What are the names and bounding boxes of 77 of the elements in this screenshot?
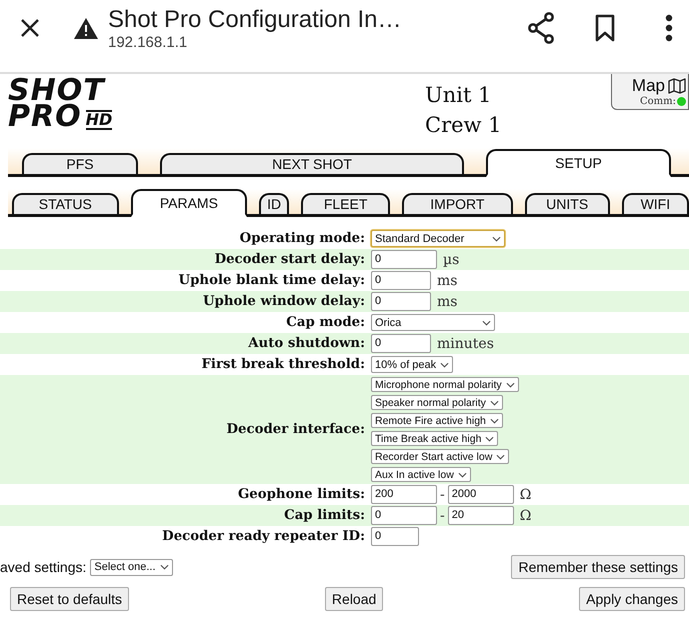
- sub-tab[interactable]: PARAMS: [130, 189, 248, 217]
- action-button[interactable]: Apply changes: [579, 587, 685, 611]
- unit-label: Ω: [520, 486, 532, 502]
- sub-tab[interactable]: UNITS: [524, 193, 610, 214]
- dropdown[interactable]: Time Break active high: [371, 431, 498, 446]
- input-field[interactable]: 0: [371, 292, 431, 311]
- caret-icon: [160, 564, 169, 570]
- unit-label: Ω: [520, 508, 532, 524]
- sub-tab[interactable]: WIFI: [622, 193, 689, 214]
- dropdown[interactable]: Aux In active low: [371, 467, 471, 482]
- field-label: aved settings:: [0, 559, 86, 575]
- input-field[interactable]: 0: [371, 250, 437, 269]
- field-label: Uphole blank time delay:: [178, 273, 365, 288]
- caret-icon: [482, 320, 491, 326]
- caret-icon: [458, 472, 467, 478]
- dropdown[interactable]: Orica: [371, 314, 495, 331]
- field-label: First break threshold:: [200, 357, 365, 372]
- range-separator: -: [440, 508, 445, 524]
- dropdown[interactable]: Speaker normal polarity: [371, 395, 503, 410]
- dropdown[interactable]: 10% of peak: [371, 356, 454, 373]
- dropdown[interactable]: Microphone normal polarity: [371, 377, 519, 392]
- dropdown[interactable]: Standard Decoder: [371, 230, 505, 247]
- field-label: Decoder interface:: [226, 422, 365, 437]
- map-icon: [668, 78, 686, 94]
- min-input-field[interactable]: 0: [371, 506, 437, 525]
- action-button[interactable]: Reset to defaults: [10, 587, 130, 611]
- logo-text: SHOT: [8, 78, 107, 104]
- dropdown[interactable]: Recorder Start active low: [371, 449, 510, 464]
- min-input-field[interactable]: 200: [371, 485, 437, 504]
- main-tab[interactable]: PFS: [22, 153, 138, 174]
- close-icon[interactable]: [20, 18, 40, 38]
- action-button[interactable]: Reload: [324, 587, 384, 611]
- range-separator: -: [440, 486, 445, 502]
- caret-icon: [492, 236, 501, 242]
- field-label: Auto shutdown:: [247, 336, 365, 351]
- caret-icon: [485, 436, 494, 442]
- main-tab[interactable]: NEXT SHOT: [160, 153, 464, 174]
- sub-tab[interactable]: STATUS: [12, 193, 119, 214]
- page-url: 192.168.1.1: [108, 34, 188, 50]
- max-input-field[interactable]: 2000: [448, 485, 514, 504]
- caret-icon: [506, 382, 515, 388]
- caret-icon: [490, 418, 499, 424]
- logo-badge: HD: [86, 110, 112, 130]
- page-title: Shot Pro Configuration In…: [108, 6, 402, 34]
- unit-label: Unit 1: [425, 82, 492, 109]
- caret-icon: [490, 400, 499, 406]
- field-label: Cap limits:: [283, 508, 365, 523]
- dropdown[interactable]: Remote Fire active high: [371, 413, 503, 428]
- map-button[interactable]: Map Comm:: [611, 74, 689, 110]
- max-input-field[interactable]: 20: [448, 506, 514, 525]
- unit-label: µs: [443, 252, 460, 268]
- crew-label: Crew 1: [425, 112, 503, 139]
- field-label: Operating mode:: [238, 231, 365, 246]
- sub-tab[interactable]: IMPORT: [402, 193, 513, 214]
- input-field[interactable]: 0: [371, 527, 419, 546]
- unit-label: ms: [437, 294, 458, 310]
- remember-settings-button[interactable]: Remember these settings: [511, 555, 685, 579]
- main-tab[interactable]: SETUP: [486, 149, 671, 177]
- logo-text: PRO: [8, 104, 82, 130]
- warning-icon: [74, 18, 98, 38]
- field-label: Cap mode:: [285, 315, 365, 330]
- unit-label: minutes: [437, 336, 494, 352]
- field-label: Uphole window delay:: [202, 294, 365, 309]
- bookmark-icon[interactable]: [595, 14, 615, 42]
- share-icon[interactable]: [527, 12, 555, 44]
- field-label: Decoder ready repeater ID:: [161, 529, 365, 544]
- caret-icon: [440, 362, 450, 368]
- input-field[interactable]: 0: [371, 334, 431, 353]
- unit-label: ms: [437, 272, 458, 288]
- menu-icon[interactable]: [665, 14, 673, 42]
- sub-tab[interactable]: FLEET: [301, 193, 390, 214]
- dropdown[interactable]: Select one...: [90, 558, 173, 576]
- sub-tab[interactable]: ID: [259, 193, 290, 214]
- field-label: Geophone limits:: [236, 487, 365, 502]
- field-label: Decoder start delay:: [214, 252, 365, 267]
- input-field[interactable]: 0: [371, 271, 431, 290]
- caret-icon: [496, 454, 506, 460]
